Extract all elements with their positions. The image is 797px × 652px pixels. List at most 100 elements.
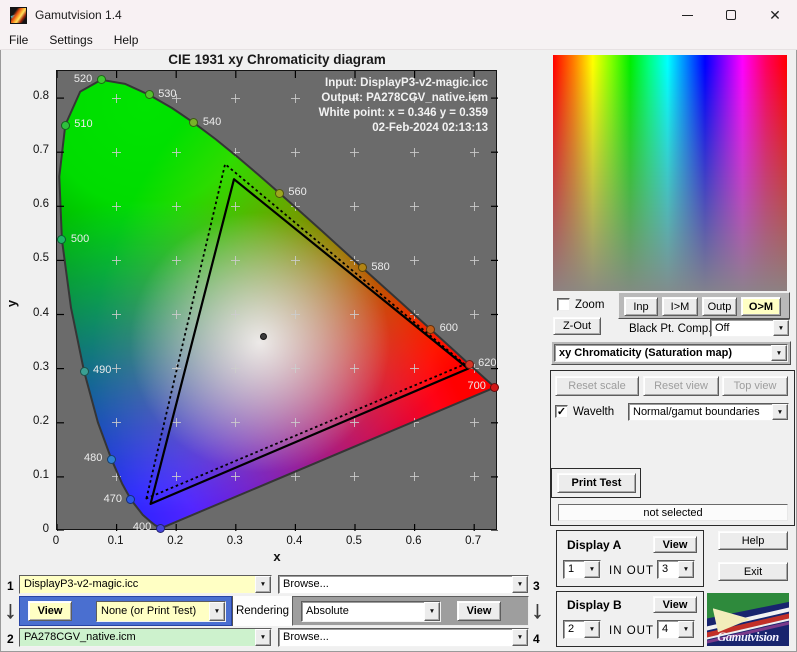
- y-tick-label: 0: [42, 523, 49, 535]
- display-b-panel: Display B View 2 ▼ IN OUT 4 ▼: [556, 591, 704, 647]
- wavelth-checkbox-row: ✓ Wavelth: [555, 405, 614, 418]
- mode-select[interactable]: xy Chromaticity (Saturation map) ▼: [554, 344, 788, 362]
- logo-text: Gamutvision: [717, 630, 779, 644]
- view-output-button[interactable]: View: [457, 601, 501, 621]
- io-button-om[interactable]: O>M: [741, 297, 781, 316]
- display-a-title: Display A: [567, 538, 622, 552]
- y-tick-label: 0.3: [33, 360, 49, 373]
- x-tick-label: 0.2: [167, 535, 184, 547]
- selection-status: not selected: [558, 504, 788, 521]
- wavelength-label-520: 520: [73, 72, 93, 85]
- view-test-panel: View None (or Print Test) ▼: [19, 596, 232, 626]
- menu-help[interactable]: Help: [114, 33, 139, 47]
- exit-button[interactable]: Exit: [718, 562, 788, 581]
- display-b-in-select[interactable]: 2 ▼: [563, 620, 601, 639]
- rendering-label: Rendering: [232, 596, 292, 626]
- slot3-browse-select[interactable]: Browse... ▼: [278, 575, 529, 594]
- x-tick-label: 0.1: [107, 535, 124, 547]
- flow-arrow-right-icon: ↓: [531, 596, 544, 624]
- chevron-down-icon[interactable]: ▼: [255, 576, 271, 593]
- slot1-number: 1: [7, 579, 14, 593]
- display-a-in-select[interactable]: 1 ▼: [563, 560, 601, 579]
- wavelth-checkbox-label: Wavelth: [573, 405, 615, 418]
- slot2-profile-select[interactable]: PA278CGV_native.icm ▼: [19, 628, 272, 647]
- window-title: Gamutvision 1.4: [35, 8, 122, 22]
- x-tick-label: 0.3: [226, 535, 243, 547]
- white-point-marker: [259, 333, 267, 341]
- chevron-down-icon[interactable]: ▼: [771, 345, 787, 361]
- help-button[interactable]: Help: [718, 531, 788, 550]
- print-test-select[interactable]: None (or Print Test) ▼: [96, 601, 226, 622]
- app-icon: [10, 6, 27, 24]
- slot1-profile-select[interactable]: DisplayP3-v2-magic.icc ▼: [19, 575, 272, 594]
- boundaries-select-value: Normal/gamut boundaries: [633, 406, 760, 418]
- chevron-down-icon[interactable]: ▼: [678, 621, 694, 638]
- menu-file[interactable]: File: [9, 33, 28, 47]
- annotation-line: Output: PA278CGV_native.icm: [321, 92, 488, 104]
- slot3-browse-value: Browse...: [283, 578, 329, 590]
- wavelength-label-490: 490: [93, 364, 112, 377]
- top-view-button[interactable]: Top view: [722, 376, 788, 396]
- chevron-down-icon[interactable]: ▼: [209, 602, 225, 621]
- display-a-out-select[interactable]: 3 ▼: [657, 560, 695, 579]
- zoom-checkbox[interactable]: [557, 298, 570, 311]
- reset-scale-button[interactable]: Reset scale: [555, 376, 639, 396]
- io-button-outp[interactable]: Outp: [702, 297, 737, 316]
- print-test-button[interactable]: Print Test: [557, 473, 636, 493]
- rendering-intent-value: Absolute: [306, 605, 349, 617]
- chevron-down-icon[interactable]: ▼: [773, 320, 789, 336]
- flow-arrow-left-icon: ↓: [4, 596, 17, 624]
- plot-annotations: Input: DisplayP3-v2-magic.icc Output: PA2…: [319, 76, 488, 136]
- display-a-in-value: 1: [568, 563, 575, 575]
- y-tick-label: 0.1: [33, 468, 49, 481]
- close-icon: ✕: [769, 7, 781, 23]
- saturation-map-preview[interactable]: [553, 55, 787, 291]
- window-controls: ✕: [665, 0, 797, 30]
- wavelength-dot-520: [96, 75, 106, 85]
- view-input-button[interactable]: View: [28, 601, 72, 621]
- reset-view-button[interactable]: Reset view: [643, 376, 719, 396]
- wavelength-label-500: 500: [70, 232, 90, 245]
- chevron-down-icon[interactable]: ▼: [512, 629, 528, 646]
- display-a-inout-label: IN OUT: [609, 565, 654, 577]
- chevron-down-icon[interactable]: ▼: [255, 629, 271, 646]
- slot1-profile-value: DisplayP3-v2-magic.icc: [20, 576, 255, 593]
- close-button[interactable]: ✕: [753, 0, 797, 30]
- menu-settings[interactable]: Settings: [49, 33, 92, 47]
- maximize-button[interactable]: [709, 0, 753, 30]
- io-button-im[interactable]: I>M: [662, 297, 698, 316]
- chevron-down-icon[interactable]: ▼: [512, 576, 528, 593]
- chevron-down-icon[interactable]: ▼: [678, 561, 694, 578]
- display-b-view-button[interactable]: View: [653, 596, 697, 613]
- annotation-line: 02-Feb-2024 02:13:13: [372, 122, 488, 134]
- wavelength-dot-480: [106, 454, 116, 464]
- chevron-down-icon[interactable]: ▼: [424, 602, 440, 621]
- y-tick-label: 0.2: [33, 414, 49, 427]
- slot4-browse-select[interactable]: Browse... ▼: [278, 628, 529, 647]
- display-a-view-button[interactable]: View: [653, 536, 697, 553]
- z-out-button[interactable]: Z-Out: [553, 317, 601, 335]
- chevron-down-icon[interactable]: ▼: [772, 404, 788, 420]
- chevron-down-icon[interactable]: ▼: [584, 621, 600, 638]
- chevron-down-icon[interactable]: ▼: [584, 561, 600, 578]
- chromaticity-plot[interactable]: 400 470 480 490 500 510 520 530 540 560 580 600 620 7…: [56, 70, 500, 533]
- y-tick-label: 0.6: [33, 198, 49, 211]
- rendering-panel: Absolute ▼ View: [292, 596, 529, 626]
- slot4-browse-value: Browse...: [283, 631, 329, 643]
- wavelength-label-510: 510: [74, 118, 93, 130]
- slot2-profile-value: PA278CGV_native.icm: [20, 629, 255, 646]
- rendering-intent-select[interactable]: Absolute ▼: [301, 601, 441, 622]
- mode-select-value: xy Chromaticity (Saturation map): [559, 347, 732, 359]
- boundaries-select[interactable]: Normal/gamut boundaries ▼: [628, 403, 789, 421]
- minimize-button[interactable]: [665, 0, 709, 30]
- plot-overlay-svg: [57, 71, 498, 531]
- gamutvision-logo: Gamutvision: [707, 593, 789, 646]
- wavelength-dot-560: [274, 188, 284, 198]
- display-b-out-value: 4: [662, 623, 669, 635]
- io-button-inp[interactable]: Inp: [624, 297, 658, 316]
- black-pt-comp-select[interactable]: Off ▼: [710, 319, 790, 337]
- wavelth-checkbox[interactable]: ✓: [555, 405, 568, 418]
- wavelength-label-580: 580: [371, 260, 390, 273]
- display-b-out-select[interactable]: 4 ▼: [657, 620, 695, 639]
- display-b-title: Display B: [567, 598, 622, 612]
